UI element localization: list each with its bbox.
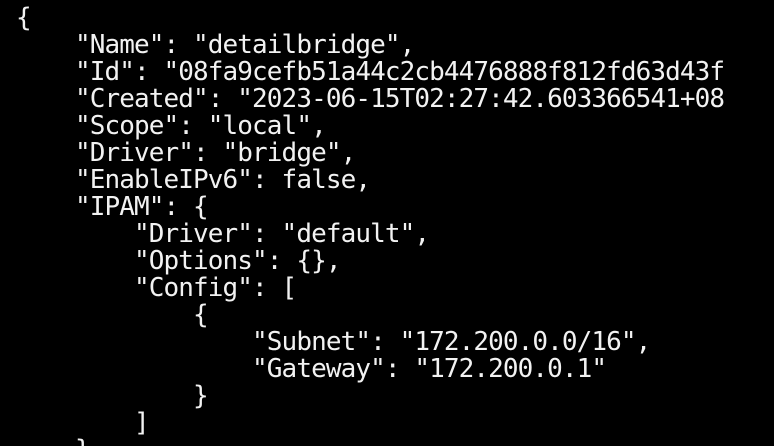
json-line-ipam-config: "Config": [ (16, 273, 297, 303)
json-line-driver: "Driver": "bridge", (16, 138, 356, 168)
json-line-config-close-bracket: ] (16, 408, 150, 438)
json-line-scope: "Scope": "local", (16, 111, 327, 141)
json-line-name: "Name": "detailbridge", (16, 30, 415, 60)
json-line-ipam-options: "Options": {}, (16, 246, 341, 276)
json-line-gateway: "Gateway": "172.200.0.1" (16, 354, 607, 384)
terminal-output[interactable]: { "Name": "detailbridge", "Id": "08fa9ce… (0, 0, 774, 446)
json-line-enable-ipv6: "EnableIPv6": false, (16, 165, 371, 195)
json-line-ipam: "IPAM": { (16, 192, 209, 222)
json-line-ipam-driver: "Driver": "default", (16, 219, 430, 249)
json-line-config-open-brace: { (16, 300, 209, 330)
json-line-ipam-close-brace: }, (16, 437, 105, 446)
json-line-open-brace: { (16, 3, 32, 33)
json-line-subnet: "Subnet": "172.200.0.0/16", (16, 327, 651, 357)
json-line-config-close-brace: } (16, 381, 209, 411)
json-line-id: "Id": "08fa9cefb51a44c2cb4476888f812fd63… (16, 57, 725, 87)
json-line-created: "Created": "2023-06-15T02:27:42.60336654… (16, 84, 725, 114)
